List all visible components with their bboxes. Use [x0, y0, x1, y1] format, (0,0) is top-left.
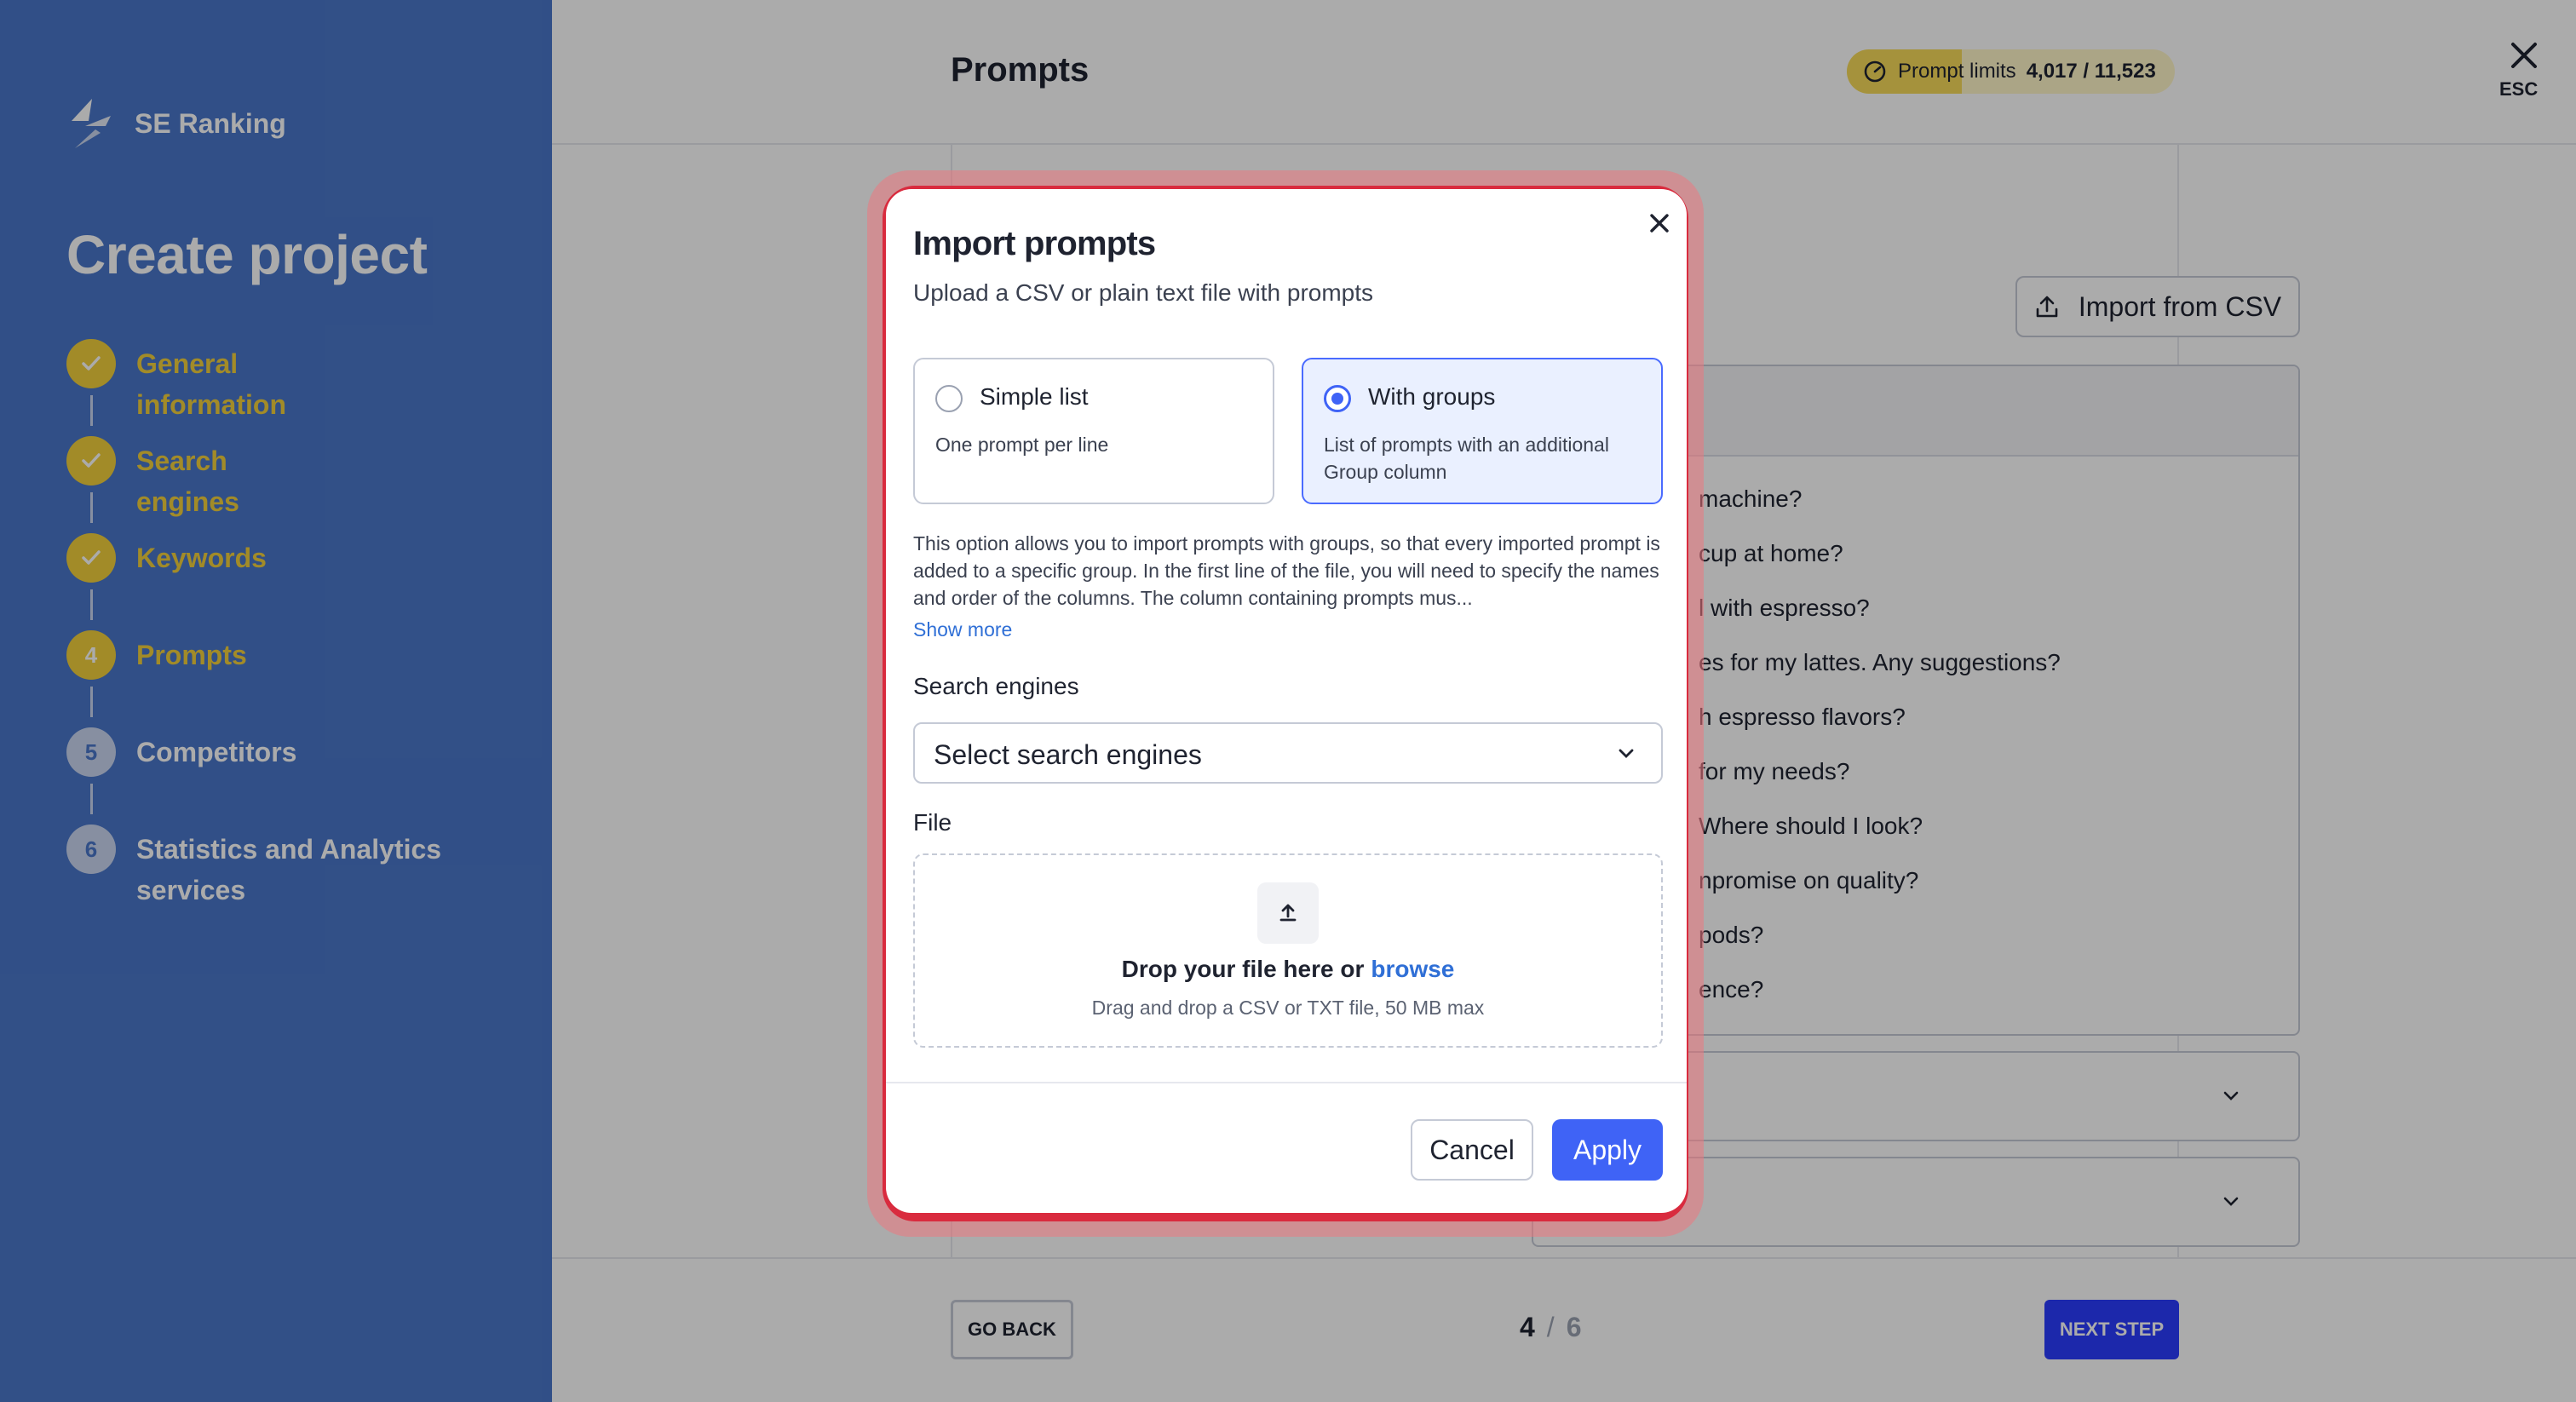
browse-link[interactable]: browse	[1371, 956, 1454, 982]
option-description: One prompt per line	[935, 434, 1109, 456]
chevron-down-icon	[1619, 749, 1634, 758]
show-more-link[interactable]: Show more	[913, 618, 1012, 641]
import-prompts-dialog: Import prompts Upload a CSV or plain tex…	[886, 189, 1687, 1213]
upload-button[interactable]	[1257, 882, 1319, 944]
option-simple-list[interactable]: Simple list One prompt per line	[913, 358, 1274, 504]
file-label: File	[913, 809, 952, 836]
app-root: SE Ranking Create project General inform…	[0, 0, 2576, 1402]
option-description: List of prompts with an additional Group…	[1324, 434, 1609, 483]
option-help-text: This option allows you to import prompts…	[913, 532, 1660, 609]
cancel-button[interactable]: Cancel	[1411, 1119, 1533, 1181]
dropzone-hint: Drag and drop a CSV or TXT file, 50 MB m…	[1091, 997, 1485, 1019]
search-engines-select[interactable]: Select search engines	[913, 722, 1663, 784]
radio-button-selected[interactable]	[1324, 385, 1351, 412]
search-engines-label: Search engines	[913, 673, 1079, 699]
dialog-title: Import prompts	[913, 225, 1156, 262]
apply-button[interactable]: Apply	[1552, 1119, 1663, 1181]
dropzone-text: Drop your file here or browse	[915, 956, 1661, 983]
radio-button[interactable]	[935, 385, 963, 412]
close-icon[interactable]	[1644, 208, 1675, 238]
option-title: With groups	[1368, 383, 1496, 410]
file-dropzone[interactable]: Drop your file here or browse Drag and dr…	[913, 853, 1663, 1048]
option-with-groups[interactable]: With groups List of prompts with an addi…	[1302, 358, 1663, 504]
dropzone-main-text: Drop your file here or	[1121, 956, 1365, 982]
dialog-subtitle: Upload a CSV or plain text file with pro…	[913, 279, 1374, 306]
option-title: Simple list	[980, 383, 1089, 410]
dialog-divider	[886, 1082, 1687, 1083]
search-engines-select-value: Select search engines	[934, 739, 1202, 770]
upload-icon	[1279, 904, 1297, 922]
